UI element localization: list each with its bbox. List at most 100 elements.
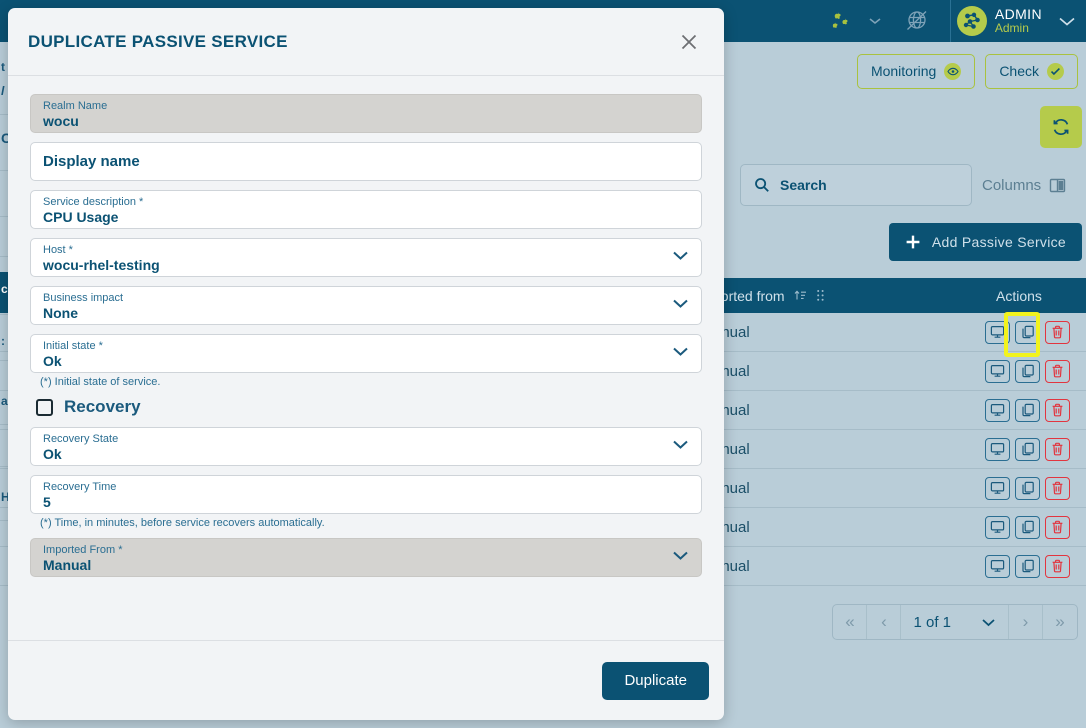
user-menu-chevron-down-icon[interactable]	[1048, 16, 1086, 27]
trash-icon[interactable]	[1045, 437, 1070, 461]
modal-body: Realm Name wocu Display name Service des…	[8, 76, 724, 640]
monitor-icon[interactable]	[985, 554, 1010, 578]
trash-icon[interactable]	[1045, 398, 1070, 422]
network-avatar-icon	[956, 6, 987, 36]
recovery-helper-text: (*) Time, in minutes, before service rec…	[40, 517, 325, 529]
row-actions	[985, 476, 1070, 500]
trash-icon[interactable]	[1045, 554, 1070, 578]
field-service-description-label: Service description *	[43, 196, 144, 208]
check-circle-icon	[1047, 62, 1064, 80]
column-drag-handle-icon[interactable]	[816, 289, 825, 302]
recovery-label: Recovery	[64, 397, 141, 416]
search-icon	[754, 177, 770, 193]
field-imported-from-label: Imported From *	[43, 544, 123, 556]
field-realm-name-label: Realm Name	[43, 100, 108, 112]
field-business-impact-value: None	[43, 305, 78, 321]
chevron-down-icon[interactable]	[672, 550, 689, 561]
field-service-description-value: CPU Usage	[43, 209, 119, 225]
duplicate-passive-service-modal: DUPLICATE PASSIVE SERVICE Realm Name woc…	[8, 8, 724, 720]
duplicate-icon[interactable]	[1015, 554, 1040, 578]
monitor-icon[interactable]	[985, 476, 1010, 500]
settings-chevron-down-icon[interactable]	[860, 0, 890, 42]
field-initial-state-value: Ok	[43, 353, 62, 369]
user-menu[interactable]: ADMIN Admin	[956, 6, 1048, 36]
user-role: Admin	[994, 21, 1029, 36]
duplicate-icon[interactable]	[1015, 515, 1040, 539]
duplicate-icon[interactable]	[1015, 437, 1040, 461]
monitoring-button[interactable]: Monitoring	[856, 53, 976, 89]
table-toolbar: Search Columns	[740, 163, 1086, 207]
columns-icon	[1049, 177, 1066, 194]
monitoring-label: Monitoring	[870, 63, 937, 79]
trash-icon[interactable]	[1045, 476, 1070, 500]
row-actions	[985, 320, 1070, 344]
duplicate-icon[interactable]	[1015, 398, 1040, 422]
eye-icon	[944, 62, 962, 80]
column-header-imported-from[interactable]: ported from	[713, 288, 825, 304]
recovery-checkbox[interactable]	[36, 398, 53, 416]
field-business-impact[interactable]: Business impact None	[30, 286, 702, 325]
row-actions	[985, 437, 1070, 461]
pagination-page-text: 1 of 1	[913, 613, 951, 631]
pagination-prev-button[interactable]: ‹	[867, 605, 902, 639]
chevron-down-icon[interactable]	[672, 346, 689, 357]
chevron-down-icon[interactable]	[672, 298, 689, 309]
duplicate-icon[interactable]	[1015, 320, 1040, 344]
field-host[interactable]: Host * wocu-rhel-testing	[30, 238, 702, 277]
field-recovery-time-label: Recovery Time	[43, 481, 117, 493]
refresh-button[interactable]	[1040, 106, 1082, 148]
row-actions	[985, 359, 1070, 383]
user-info: ADMIN Admin	[995, 7, 1042, 34]
field-service-description[interactable]: Service description * CPU Usage	[30, 190, 702, 229]
modal-title: DUPLICATE PASSIVE SERVICE	[28, 31, 288, 51]
pagination: « ‹ 1 of 1 › »	[832, 604, 1078, 640]
trash-icon[interactable]	[1045, 320, 1070, 344]
required-asterisk: *	[95, 340, 103, 352]
trash-icon[interactable]	[1045, 359, 1070, 383]
monitor-icon[interactable]	[985, 398, 1010, 422]
duplicate-submit-button[interactable]: Duplicate	[602, 661, 709, 700]
pagination-last-button[interactable]: »	[1043, 605, 1077, 639]
field-host-label: Host *	[43, 244, 73, 256]
search-input[interactable]: Search	[740, 164, 972, 206]
columns-label: Columns	[982, 176, 1042, 194]
row-actions	[985, 515, 1070, 539]
monitor-icon[interactable]	[985, 515, 1010, 539]
close-icon[interactable]	[670, 27, 708, 57]
duplicate-icon[interactable]	[1015, 476, 1040, 500]
field-display-name[interactable]: Display name	[30, 142, 702, 181]
chevron-down-icon	[981, 618, 996, 627]
row-actions	[985, 554, 1070, 578]
required-asterisk: *	[115, 544, 123, 556]
field-initial-state[interactable]: Initial state * Ok	[30, 334, 702, 373]
pagination-next-button[interactable]: ›	[1009, 605, 1043, 639]
field-recovery-time-value: 5	[43, 494, 51, 510]
monitor-icon[interactable]	[985, 320, 1010, 344]
add-passive-service-button[interactable]: Add Passive Service	[888, 223, 1082, 261]
required-asterisk: *	[135, 196, 144, 208]
chevron-down-icon[interactable]	[672, 250, 689, 261]
sort-ascending-icon[interactable]	[794, 289, 807, 302]
chevron-down-icon[interactable]	[672, 439, 689, 450]
field-initial-state-label: Initial state *	[43, 340, 103, 352]
field-display-name-placeholder: Display name	[43, 153, 140, 170]
field-recovery-time[interactable]: Recovery Time 5	[30, 475, 702, 514]
check-button[interactable]: Check	[985, 53, 1078, 89]
field-recovery-state[interactable]: Recovery State Ok	[30, 427, 702, 466]
monitor-icon[interactable]	[985, 359, 1010, 383]
trash-icon[interactable]	[1045, 515, 1070, 539]
pagination-first-button[interactable]: «	[833, 605, 868, 639]
no-signal-globe-icon[interactable]	[890, 0, 944, 42]
duplicate-icon[interactable]	[1015, 359, 1040, 383]
pagination-page-select[interactable]: 1 of 1	[901, 605, 1009, 639]
user-name: ADMIN	[994, 6, 1042, 23]
search-label: Search	[780, 177, 827, 193]
required-asterisk: *	[65, 244, 73, 256]
top-navigation-right-group: ADMIN Admin	[822, 0, 1086, 42]
field-recovery-state-value: Ok	[43, 446, 62, 462]
gears-icon[interactable]	[822, 0, 860, 42]
columns-button[interactable]: Columns	[982, 177, 1066, 194]
monitor-icon[interactable]	[985, 437, 1010, 461]
modal-overlay: DUPLICATE PASSIVE SERVICE Realm Name woc…	[0, 0, 724, 728]
recovery-section-toggle[interactable]: Recovery	[36, 397, 702, 417]
